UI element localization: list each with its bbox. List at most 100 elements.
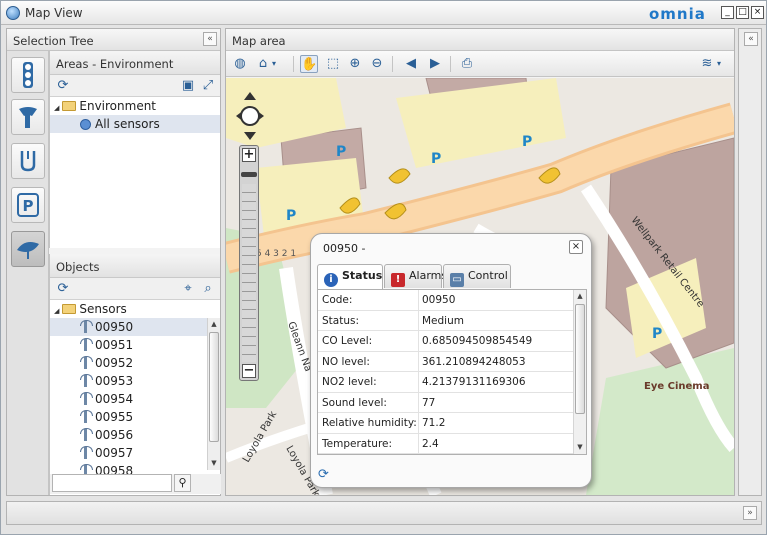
status-value: 2.4	[422, 437, 439, 450]
folder-icon	[62, 101, 77, 111]
map-area-title: Map area	[232, 34, 286, 48]
pan-arrows-icon[interactable]	[234, 90, 266, 142]
selection-tree-header: Selection Tree «	[7, 29, 220, 51]
sensor-list-item[interactable]: 00953	[50, 372, 207, 390]
minimize-button[interactable]: _	[721, 6, 734, 19]
scroll-down-icon[interactable]: ▼	[574, 441, 586, 454]
home-dropdown-icon[interactable]: ▾	[269, 55, 279, 73]
sensor-icon	[80, 320, 93, 333]
sensor-list-item[interactable]: 00957	[50, 444, 207, 462]
monitor-icon: ▭	[450, 273, 464, 287]
status-row: NO level: 361.210894248053	[318, 351, 574, 372]
areas-panel: Areas - Environment ⟳ ▣ ⤢ ◢ Environment A…	[49, 51, 220, 248]
tab-status[interactable]: i Status	[317, 264, 383, 289]
selection-tree-panel: Selection Tree « P Areas - Environment ⟳…	[6, 28, 221, 496]
refresh-icon[interactable]: ⟳	[318, 467, 329, 482]
category-sensor-button[interactable]	[11, 99, 45, 135]
popup-close-button[interactable]: ×	[569, 240, 583, 254]
sensor-list-item[interactable]: 00952	[50, 354, 207, 372]
maximize-button[interactable]: □	[736, 6, 749, 19]
status-key: Sound level:	[322, 396, 387, 409]
zoom-slider[interactable]: + −	[239, 145, 259, 381]
layers-dropdown-icon[interactable]: ▾	[714, 55, 724, 73]
zoom-to-icon[interactable]: ⌕	[200, 281, 216, 297]
status-row: CO Level: 0.685094509854549	[318, 331, 574, 352]
sensor-list-item[interactable]: 00951	[50, 336, 207, 354]
category-environment-button[interactable]	[11, 231, 45, 267]
pan-hand-icon[interactable]: ✋	[300, 55, 318, 73]
category-bar: P	[7, 51, 49, 495]
sensor-icon	[80, 356, 93, 369]
zoom-box-icon[interactable]: ⬚	[324, 55, 342, 73]
object-search-input[interactable]	[52, 474, 172, 492]
collapse-right-button[interactable]: «	[744, 32, 758, 46]
areas-header: Areas - Environment	[50, 51, 220, 75]
world-icon[interactable]: ◍	[231, 55, 249, 73]
refresh-icon[interactable]: ⟳	[55, 281, 71, 297]
app-window: Map View omnia _ □ × Selection Tree « P	[0, 0, 767, 535]
info-icon: i	[324, 273, 338, 287]
expand-arrow-icon[interactable]: ◢	[54, 307, 59, 315]
expand-arrow-icon[interactable]: ◢	[54, 104, 59, 112]
status-row: Temperature: 2.4	[318, 433, 574, 454]
forward-arrow-icon[interactable]: ▶	[426, 55, 444, 73]
tab-alarms[interactable]: ! Alarms	[384, 264, 447, 288]
sensor-list-item[interactable]: 00954	[50, 390, 207, 408]
print-icon[interactable]: ⎙	[458, 55, 476, 73]
parking-label: P	[286, 208, 296, 224]
category-parking-button[interactable]: P	[11, 187, 45, 223]
globe-icon	[6, 6, 20, 20]
scroll-thumb[interactable]	[575, 304, 585, 414]
status-key: Relative humidity:	[322, 417, 417, 429]
category-route-button[interactable]	[11, 143, 45, 179]
tree-item-all-sensors[interactable]: All sensors	[50, 115, 220, 133]
objects-scrollbar[interactable]: ▲ ▼	[207, 318, 220, 470]
sensor-icon	[80, 338, 93, 351]
sensor-icon	[19, 107, 37, 128]
right-panel: «	[738, 28, 762, 496]
map-area-header: Map area	[226, 29, 734, 51]
zoom-out-icon[interactable]: ⊖	[368, 55, 386, 73]
objects-toolbar: ⟳ ⌖ ⌕	[50, 278, 220, 300]
tab-control[interactable]: ▭ Control	[443, 264, 511, 288]
scroll-up-icon[interactable]: ▲	[208, 318, 220, 331]
zoom-minus-icon[interactable]: −	[242, 364, 256, 378]
scroll-up-icon[interactable]: ▲	[574, 290, 586, 303]
window-title: Map View	[25, 6, 83, 20]
status-row: NO2 level: 4.21379131169306	[318, 372, 574, 393]
zoom-plus-icon[interactable]: +	[242, 148, 256, 162]
pan-control[interactable]	[234, 90, 266, 146]
sensor-icon	[80, 446, 93, 459]
sensor-list-item[interactable]: 00956	[50, 426, 207, 444]
warning-icon: !	[391, 273, 405, 287]
close-button[interactable]: ×	[751, 6, 764, 19]
expand-icon[interactable]: ⤢	[200, 78, 216, 94]
tree-item-sensors[interactable]: ◢ Sensors	[50, 300, 220, 318]
status-key: NO2 level:	[322, 376, 377, 388]
status-scrollbar[interactable]: ▲ ▼	[573, 290, 586, 454]
status-value: 4.21379131169306	[422, 376, 526, 388]
zoom-slider-thumb[interactable]	[241, 172, 257, 177]
parking-icon: P	[17, 193, 39, 217]
back-arrow-icon[interactable]: ◀	[402, 55, 420, 73]
zoom-in-icon[interactable]: ⊕	[346, 55, 364, 73]
locate-icon[interactable]: ⌖	[180, 281, 196, 297]
scroll-down-icon[interactable]: ▼	[208, 457, 220, 470]
areas-toolbar: ⟳ ▣ ⤢	[50, 75, 220, 97]
category-traffic-light-button[interactable]	[11, 57, 45, 93]
tree-item-environment[interactable]: ◢ Environment	[50, 97, 220, 115]
title-bar: Map View omnia _ □ ×	[1, 1, 766, 25]
scroll-thumb[interactable]	[209, 332, 219, 442]
status-row: Sound level: 77	[318, 392, 574, 413]
sensor-icon	[80, 410, 93, 423]
sensor-list-item[interactable]: 00955	[50, 408, 207, 426]
refresh-icon[interactable]: ⟳	[55, 78, 71, 94]
expand-bottom-button[interactable]: »	[743, 506, 757, 520]
cinema-label: Eye Cinema	[644, 381, 709, 392]
object-search-bar: ⚲	[50, 474, 221, 494]
collapse-left-button[interactable]: «	[203, 32, 217, 46]
status-table: Code: 00950 Status: Medium CO Level: 0.685094…	[317, 289, 587, 455]
search-icon[interactable]: ⚲	[174, 474, 191, 492]
save-icon[interactable]: ▣	[180, 78, 196, 94]
sensor-list-item[interactable]: 00950	[50, 318, 207, 336]
